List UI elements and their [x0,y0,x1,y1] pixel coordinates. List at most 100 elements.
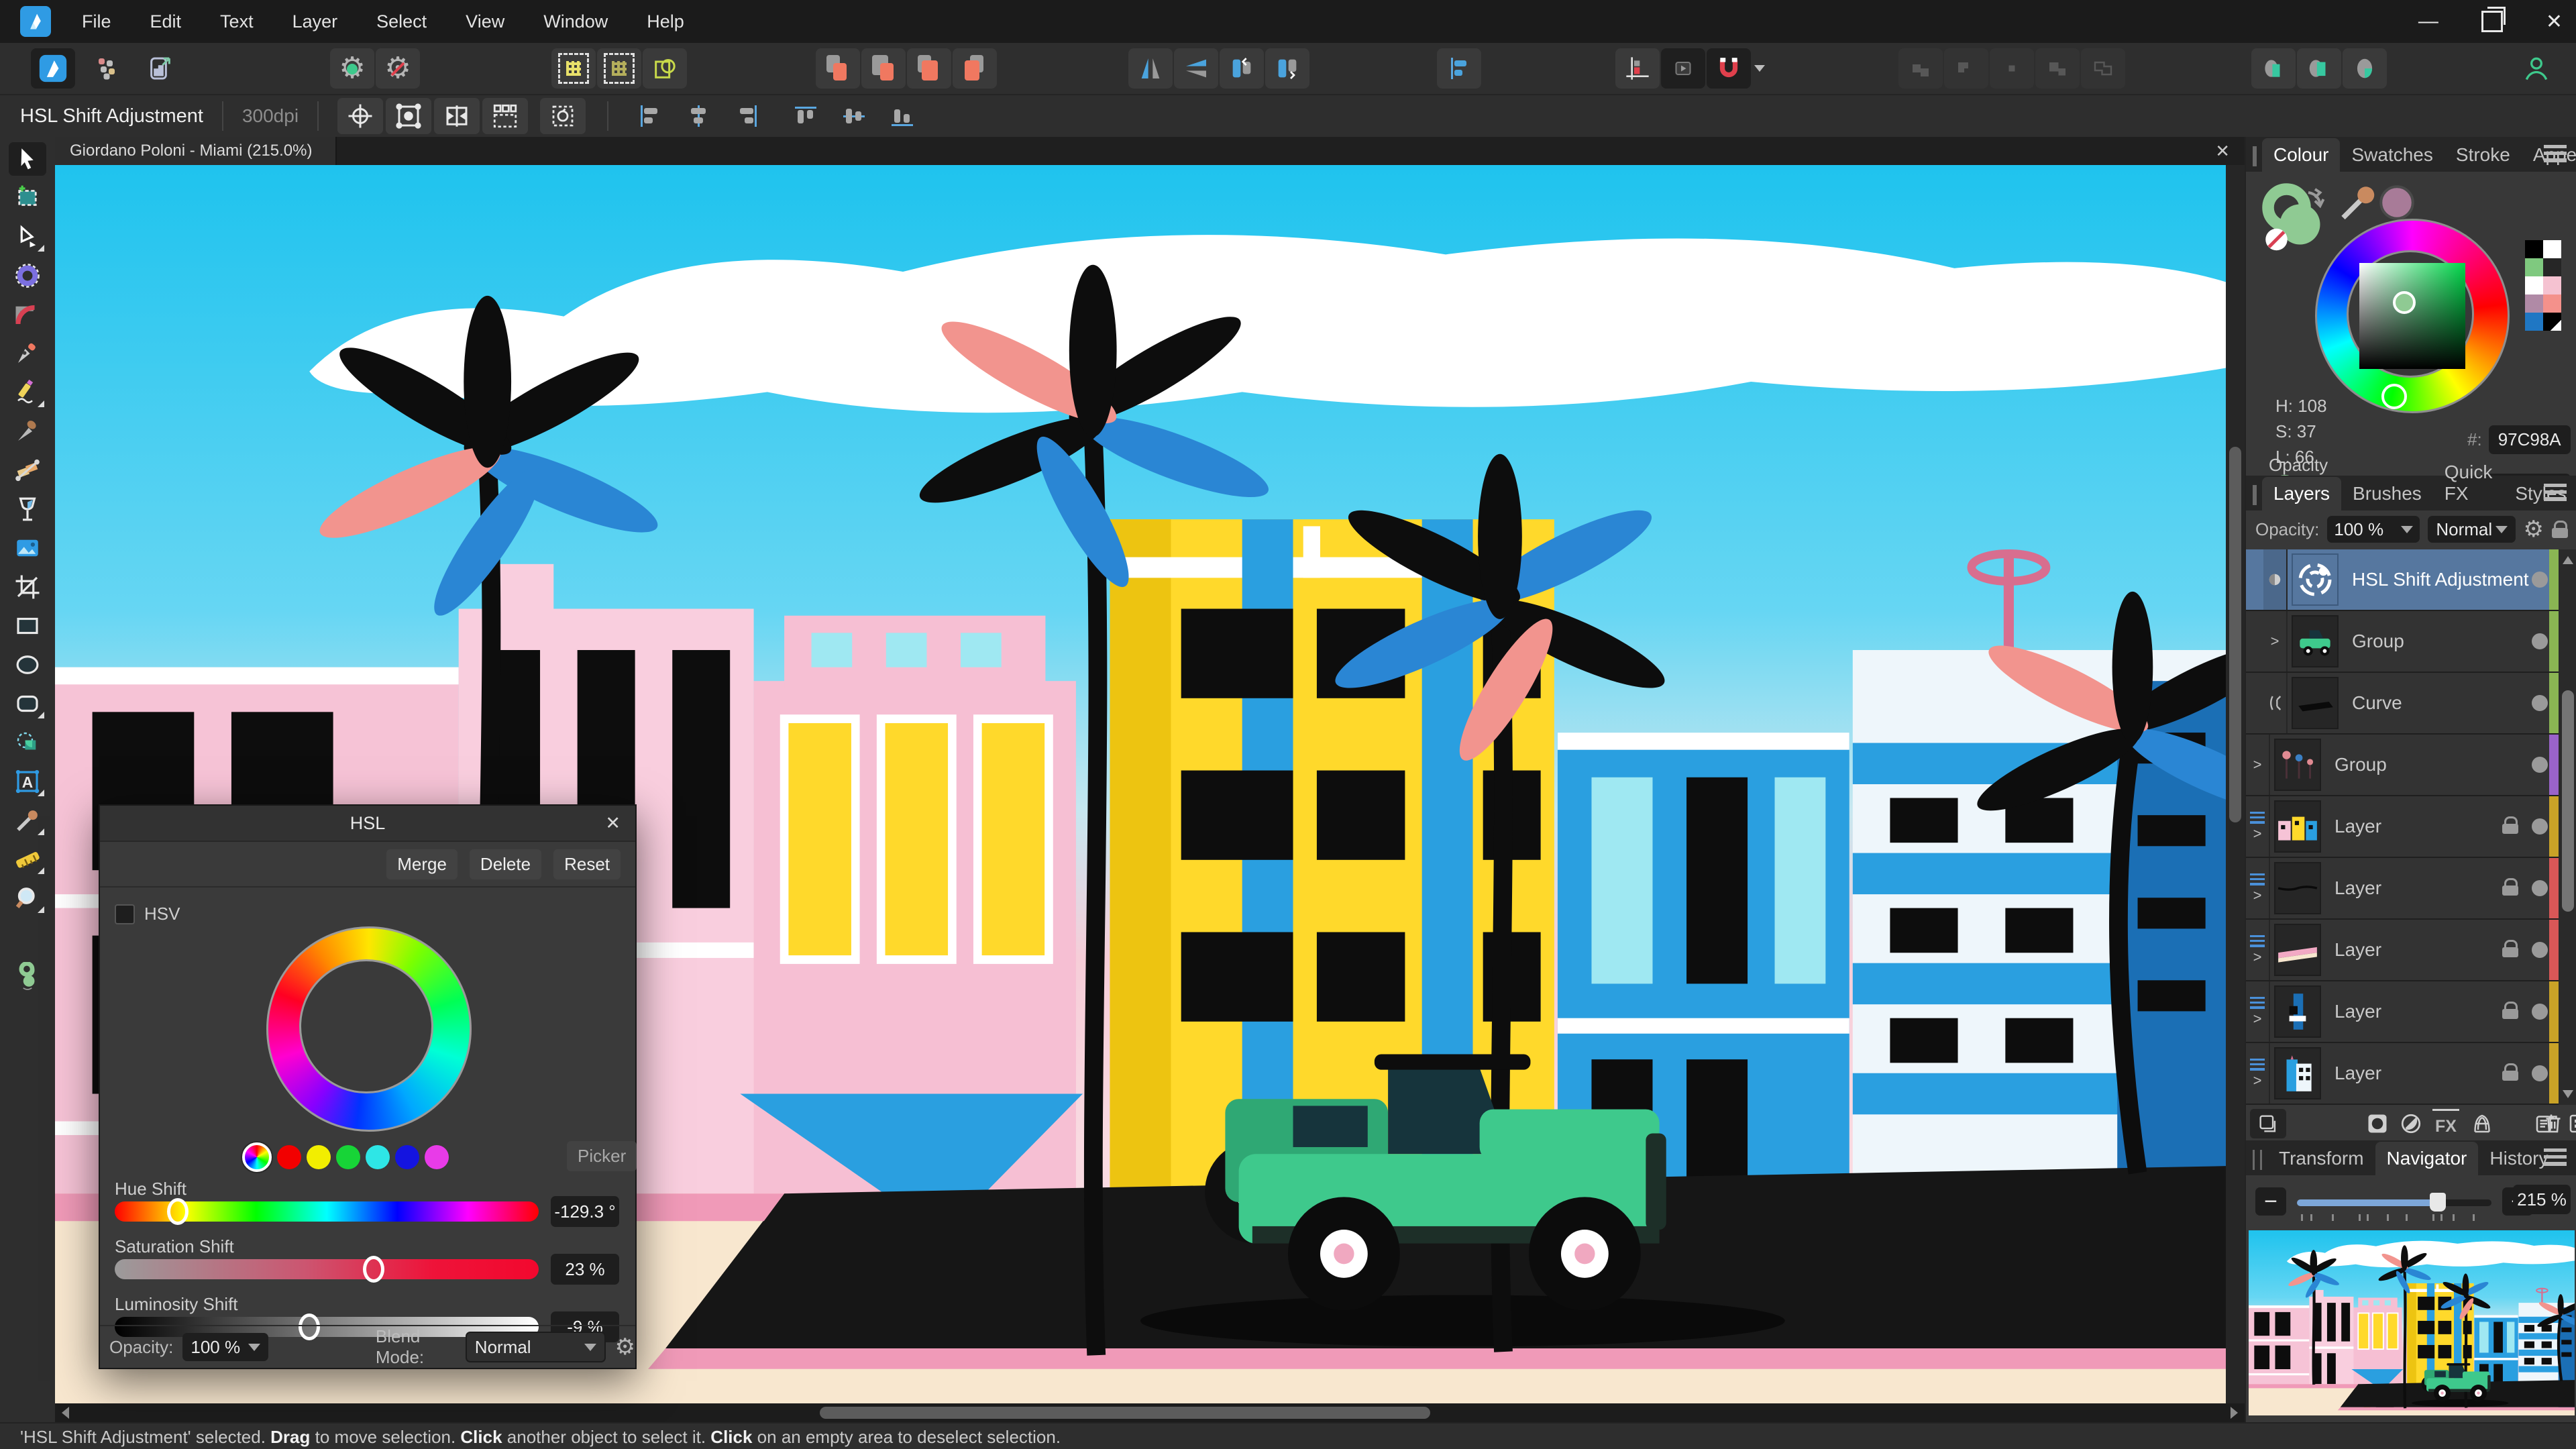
picture-frame-tool[interactable] [9,531,46,565]
zoom-tool[interactable] [9,881,46,915]
canvas-horizontal-scrollbar[interactable] [55,1403,2245,1422]
expand-chevron-icon[interactable]: > [2253,1012,2262,1026]
tab-layers[interactable]: Layers [2262,477,2341,511]
rectangle-tool[interactable] [9,609,46,643]
colour-picker-tool[interactable] [9,804,46,837]
export-persona-button[interactable] [138,48,182,89]
document-tab[interactable]: Giordano Poloni - Miami (215.0%) [55,137,337,165]
show-selection-nodes-button[interactable] [597,48,641,89]
scroll-down-icon[interactable] [2563,1090,2573,1098]
expand-chevron-icon[interactable]: > [2253,826,2262,841]
scroll-left-icon[interactable] [62,1407,69,1419]
tab-navigator[interactable]: Navigator [2375,1142,2479,1175]
layer-row-blue-building[interactable]: > Layer [2246,1043,2576,1105]
scroll-up-icon[interactable] [2563,556,2573,564]
hue-marker[interactable] [2381,384,2407,409]
lock-icon[interactable] [2502,1063,2518,1081]
visibility-toggle[interactable] [2532,818,2548,835]
restore-button[interactable] [2481,11,2503,32]
insert-inside-button[interactable] [1661,48,1705,89]
expand-chevron-icon[interactable]: > [2253,950,2262,965]
lock-icon[interactable] [2502,940,2518,957]
zoom-value[interactable]: 215 % [2513,1185,2571,1214]
artboard-tool[interactable] [9,181,46,215]
panel-grip-icon[interactable] [2253,146,2257,166]
layer-row-group-palms[interactable]: > Group [2246,735,2576,796]
menu-edit[interactable]: Edit [150,11,182,32]
align-middle-button[interactable] [831,98,877,134]
navigator-preview[interactable] [2249,1230,2575,1415]
tab-brushes[interactable]: Brushes [2341,477,2433,511]
visibility-toggle[interactable] [2532,880,2548,896]
merge-button[interactable]: Merge [386,849,458,879]
back-one-button[interactable] [861,48,906,89]
move-to-back-button[interactable] [816,48,860,89]
pencil-tool[interactable] [9,376,46,409]
layer-row-curve-shadow[interactable]: Curve [2246,673,2576,735]
insertion-target-button[interactable] [1615,48,1660,89]
adjustment-button[interactable] [2399,1109,2423,1138]
green-range-swatch[interactable] [336,1145,360,1169]
fill-gradient-tool[interactable] [9,453,46,487]
lock-icon[interactable] [2502,878,2518,896]
hue-shift-thumb[interactable] [167,1198,189,1225]
expand-chevron-icon[interactable]: > [2271,634,2279,649]
pixel-persona-button[interactable] [85,48,129,89]
hsl-shift-wheel[interactable] [266,926,472,1132]
text-tool[interactable]: A [9,765,46,798]
forward-one-button[interactable] [907,48,951,89]
saturation-shift-slider[interactable] [115,1259,539,1279]
zoom-slider-thumb[interactable] [2430,1193,2446,1212]
cyan-range-swatch[interactable] [366,1145,390,1169]
geometry-intersect-button[interactable] [2251,48,2296,89]
saturation-shift-thumb[interactable] [363,1256,384,1283]
move-to-front-button[interactable] [953,48,997,89]
lock-icon[interactable] [2502,1002,2518,1019]
menu-view[interactable]: View [466,11,504,32]
expand-chevron-icon[interactable]: > [2253,757,2262,772]
dialog-gear-icon[interactable]: ⚙ [615,1336,635,1358]
visibility-toggle[interactable] [2532,572,2548,588]
snapping-gear-enabled-button[interactable]: ⚙ [330,48,374,89]
flip-horizontal-button[interactable] [1128,48,1173,89]
alignment-button[interactable] [1437,48,1481,89]
crop-tool[interactable] [9,570,46,604]
menu-file[interactable]: File [82,11,111,32]
hsl-dialog-titlebar[interactable]: HSL ✕ [100,806,635,842]
zoom-out-button[interactable]: − [2255,1187,2286,1216]
tab-swatches[interactable]: Swatches [2340,138,2444,172]
snapping-gear-disabled-button[interactable]: ⚙ [376,48,420,89]
rounded-rectangle-tool[interactable] [9,687,46,720]
saturation-lightness-box[interactable] [2359,263,2465,369]
fill-stroke-indicator[interactable] [2258,182,2332,256]
visibility-toggle[interactable] [2532,757,2548,773]
document-close-icon[interactable]: ✕ [2215,141,2230,162]
rotate-ccw-button[interactable] [1220,48,1264,89]
fill-stroke-swatch[interactable] [9,939,46,1013]
lock-icon[interactable] [2552,521,2568,538]
horizontal-scroll-thumb[interactable] [820,1407,1430,1419]
menu-help[interactable]: Help [647,11,684,32]
visibility-toggle[interactable] [2532,1004,2548,1020]
panel-menu-icon[interactable] [2544,484,2567,501]
red-range-swatch[interactable] [277,1145,301,1169]
align-left-button[interactable] [627,98,673,134]
hsv-checkbox[interactable] [115,904,135,924]
live-filter-button[interactable] [2470,1109,2494,1138]
layer-row-wire[interactable]: > Layer [2246,858,2576,920]
align-center-button[interactable] [676,98,721,134]
boolean-divide-button[interactable] [2035,48,2080,89]
measure-tool[interactable] [9,843,46,876]
geometry-trim-button[interactable] [2343,48,2387,89]
mask-layer-button[interactable] [2365,1109,2390,1138]
colour-wheel[interactable] [2315,219,2510,413]
flip-vertical-button[interactable] [1174,48,1218,89]
boolean-combine-button[interactable] [2081,48,2125,89]
ellipse-tool[interactable] [9,648,46,682]
dialog-opacity-value[interactable]: 100 % [182,1333,268,1361]
boolean-subtract-button[interactable] [1944,48,1988,89]
align-right-button[interactable] [724,98,769,134]
colour-picker-row[interactable] [2340,182,2420,223]
delete-layer-button[interactable] [2541,1109,2565,1138]
blend-options-gear-icon[interactable]: ⚙ [2524,518,2544,541]
